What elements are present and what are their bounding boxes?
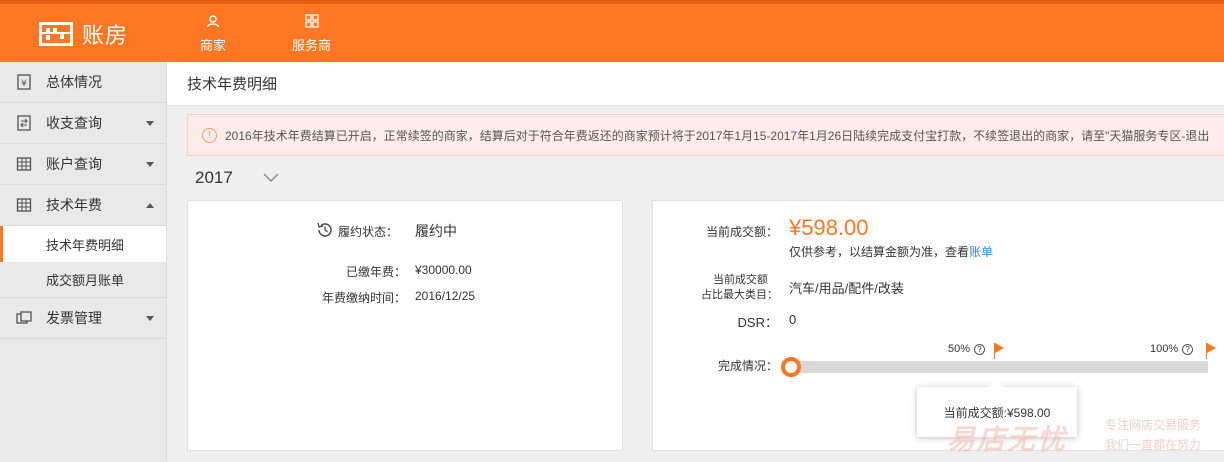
sidebar-item-invoice[interactable]: 发票管理 xyxy=(0,298,166,339)
marker-50: 50%? xyxy=(948,343,986,355)
app-logo[interactable]: 账房 xyxy=(38,18,128,50)
caret-down-icon xyxy=(146,121,154,126)
notice-banner: ! 2016年技术年费结算已开启，正常续签的商家，结算后对于符合年费返还的商家预… xyxy=(187,114,1224,156)
fee-time-label: 年费缴纳时间： xyxy=(321,291,406,305)
topnav-provider[interactable]: 服务商 xyxy=(292,14,331,54)
topnav-merchant-label: 商家 xyxy=(200,38,227,53)
table-icon xyxy=(16,197,32,213)
sidebar-item-tech-fee[interactable]: 技术年费 xyxy=(0,185,166,226)
bill-link[interactable]: 账单 xyxy=(969,245,993,259)
flag-icon xyxy=(1206,343,1216,359)
dsr-label: DSR： xyxy=(737,315,778,330)
caret-down-icon xyxy=(146,316,154,321)
main-content: 技术年费明细 ! 2016年技术年费结算已开启，正常续签的商家，结算后对于符合年… xyxy=(167,62,1224,462)
fee-time-value: 2016/12/25 xyxy=(415,289,476,303)
category-label-line1: 当前成交额 xyxy=(713,274,768,286)
notice-text: 2016年技术年费结算已开启，正常续签的商家，结算后对于符合年费返还的商家预计将… xyxy=(225,128,1210,143)
year-selector[interactable]: 2017 xyxy=(195,168,279,188)
svg-text:¥: ¥ xyxy=(21,79,27,89)
chevron-down-icon xyxy=(263,168,279,188)
table-icon xyxy=(16,156,32,172)
amount-label: 当前成交额： xyxy=(705,225,778,239)
abacus-icon xyxy=(38,20,74,48)
turnover-card: 当前成交额： ¥598.00 仅供参考，以结算金额为准，查看账单 当前成交额 占… xyxy=(652,200,1224,451)
top-bar: 账房 商家 服务商 xyxy=(0,0,1224,62)
paid-fee-label: 已缴年费： xyxy=(345,265,406,279)
category-label-line2: 占比最大类目： xyxy=(701,289,778,301)
fee-status-card: 履约状态： 履约中 已缴年费： ¥30000.00 年费缴纳时间： 2016/1… xyxy=(187,200,623,451)
caret-down-icon xyxy=(146,162,154,167)
exchange-doc-icon xyxy=(16,115,32,131)
amount-value: ¥598.00 xyxy=(789,215,869,240)
help-icon[interactable]: ? xyxy=(1182,343,1194,355)
dsr-value: 0 xyxy=(789,312,797,327)
help-icon[interactable]: ? xyxy=(974,343,986,355)
warning-icon: ! xyxy=(202,127,217,143)
topnav-provider-label: 服务商 xyxy=(292,38,332,53)
sidebar-subitem-tech-fee-detail[interactable]: 技术年费明细 xyxy=(0,226,166,262)
sidebar-item-label: 发票管理 xyxy=(46,310,102,326)
sidebar-subitem-label: 技术年费明细 xyxy=(46,237,125,253)
sidebar-item-income-expense[interactable]: 收支查询 xyxy=(0,103,166,144)
sidebar-item-label: 收支查询 xyxy=(46,115,102,131)
topnav-merchant[interactable]: 商家 xyxy=(200,14,226,54)
user-icon xyxy=(206,14,220,35)
category-value: 汽车/用品/配件/改装 xyxy=(789,281,904,296)
progress-label: 完成情况： xyxy=(717,359,778,373)
progress-track xyxy=(790,361,1208,373)
app-title: 账房 xyxy=(82,23,129,48)
status-label: 履约状态： xyxy=(338,225,399,239)
marker-100-label: 100% xyxy=(1150,343,1179,355)
amount-note-text: 仅供参考，以结算金额为准，查看 xyxy=(789,245,970,259)
sidebar-item-account[interactable]: 账户查询 xyxy=(0,144,166,185)
amount-tooltip: 当前成交额:¥598.00 xyxy=(917,380,1077,437)
history-icon xyxy=(316,221,334,244)
page-title: 技术年费明细 xyxy=(187,76,278,93)
flag-icon xyxy=(994,343,1004,359)
sidebar-item-label: 技术年费 xyxy=(46,197,102,213)
sidebar: ¥ 总体情况 收支查询 账户查询 技术年费 技术年费明细 成交额月账单 发票管理 xyxy=(0,62,167,462)
grid-icon xyxy=(304,14,319,35)
amount-note: 仅供参考，以结算金额为准，查看账单 xyxy=(789,243,993,260)
paid-fee-value: ¥30000.00 xyxy=(415,263,472,277)
invoice-icon xyxy=(16,310,32,326)
progress-knob[interactable] xyxy=(781,357,801,377)
sidebar-subitem-monthly-bill[interactable]: 成交额月账单 xyxy=(0,262,166,298)
status-value: 履约中 xyxy=(415,223,457,239)
page-header: 技术年费明细 xyxy=(167,62,1224,106)
yen-doc-icon: ¥ xyxy=(16,74,32,90)
top-accent-line xyxy=(0,0,1224,4)
marker-100: 100%? xyxy=(1150,343,1194,355)
sidebar-subitem-label: 成交额月账单 xyxy=(46,273,125,288)
sidebar-item-label: 账户查询 xyxy=(46,156,102,172)
year-value: 2017 xyxy=(195,168,233,187)
marker-50-label: 50% xyxy=(948,343,971,355)
tooltip-text: 当前成交额:¥598.00 xyxy=(943,405,1051,420)
caret-up-icon xyxy=(146,203,154,208)
sidebar-item-label: 总体情况 xyxy=(46,74,102,90)
sidebar-item-overview[interactable]: ¥ 总体情况 xyxy=(0,62,166,103)
